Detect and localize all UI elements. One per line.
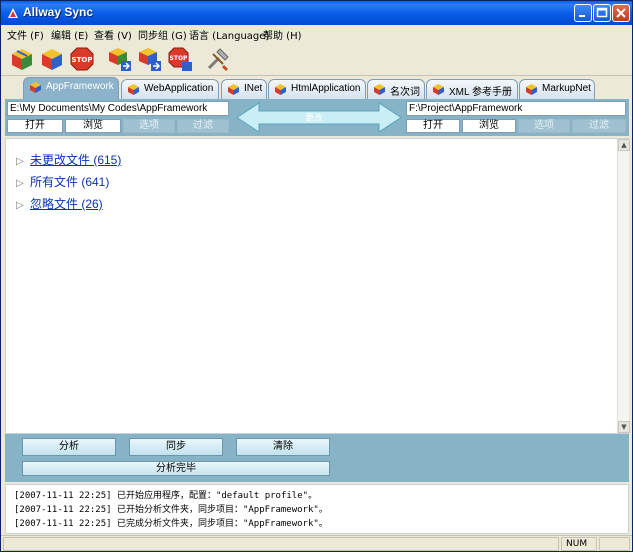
expand-arrow-icon[interactable]: ▷	[16, 178, 30, 189]
tab-inet[interactable]: INet	[221, 79, 267, 99]
tree-item-all-files[interactable]: ▷ 所有文件 (641)	[16, 173, 109, 190]
allway-sync-app-icon	[8, 8, 18, 18]
sync-direction-label: 更改	[305, 114, 324, 124]
tree-item-ignored[interactable]: ▷ 忽略文件 (26)	[16, 195, 103, 212]
right-open-button[interactable]: 打开	[406, 119, 460, 133]
stop-all-icon[interactable]: STOP	[167, 46, 193, 72]
project-cube-icon	[128, 84, 139, 95]
tab-label: MarkupNet	[542, 83, 591, 94]
scroll-up-icon[interactable]: ▲	[618, 139, 630, 151]
tab-label: HtmlApplication	[291, 83, 361, 94]
project-cube-icon	[30, 82, 41, 93]
project-cube-icon	[228, 84, 239, 95]
tree-item-label[interactable]: 未更改文件 (615)	[30, 153, 121, 167]
maximize-icon	[596, 7, 608, 18]
window-title: Allway Sync	[23, 5, 94, 19]
tree-item-label[interactable]: 所有文件 (641)	[30, 175, 109, 189]
project-cube-icon	[526, 84, 537, 95]
log-panel[interactable]: [2007-11-11 22:25] 已开始应用程序，配置："default p…	[5, 484, 629, 534]
file-tree-panel: ▷ 未更改文件 (615) ▷ 所有文件 (641) ▷ 忽略文件 (26) ▲ ▼	[5, 138, 630, 434]
clear-button[interactable]: 清除	[236, 438, 330, 456]
stop-all-icon-label: STOP	[170, 55, 189, 62]
vertical-scrollbar[interactable]: ▲ ▼	[617, 139, 630, 433]
tab-label: AppFramework	[46, 81, 114, 92]
sync-button[interactable]: 同步	[129, 438, 223, 456]
menu-help[interactable]: 帮助 (H)	[263, 27, 302, 42]
scroll-down-icon[interactable]: ▼	[618, 421, 630, 433]
close-button[interactable]	[612, 4, 630, 22]
tree-item-label[interactable]: 忽略文件 (26)	[30, 197, 103, 211]
sync-cube-icon[interactable]	[39, 46, 65, 72]
tab-label: 名次词	[390, 87, 420, 98]
tab-label: WebApplication	[144, 83, 214, 94]
sync-all-icon[interactable]	[137, 46, 163, 72]
maximize-button[interactable]	[593, 4, 611, 22]
menu-sync-group[interactable]: 同步组 (G)	[138, 27, 187, 42]
left-open-button[interactable]: 打开	[7, 119, 63, 133]
status-cell-extra	[599, 537, 630, 551]
project-cube-icon	[433, 84, 444, 95]
tab-xml-reference[interactable]: XML 参考手册	[426, 79, 518, 99]
tab-webapplication[interactable]: WebApplication	[121, 79, 219, 99]
tools-icon[interactable]	[205, 46, 231, 72]
menu-edit[interactable]: 编辑 (E)	[51, 27, 88, 42]
tab-label: XML 参考手册	[449, 87, 512, 98]
tab-strip: AppFramework WebApplication INet HtmlApp…	[1, 76, 632, 99]
expand-arrow-icon[interactable]: ▷	[16, 200, 30, 211]
menu-language[interactable]: 语言 (Language)	[189, 27, 269, 42]
title-bar[interactable]: Allway Sync	[1, 1, 632, 25]
project-cube-icon	[275, 84, 286, 95]
log-line: [2007-11-11 22:25] 已开始应用程序，配置："default p…	[14, 491, 318, 501]
menu-bar: 文件 (F) 编辑 (E) 查看 (V) 同步组 (G) 语言 (Languag…	[1, 25, 632, 42]
analyze-button[interactable]: 分析	[22, 438, 116, 456]
progress-status: 分析完毕	[22, 461, 330, 476]
analyze-all-icon[interactable]	[107, 46, 133, 72]
tab-label: INet	[244, 83, 263, 94]
app-window: Allway Sync 文件 (F) 编辑 (E) 查看 (V) 同步组 (G)…	[0, 0, 633, 552]
menu-file[interactable]: 文件 (F)	[7, 27, 44, 42]
tab-appframework[interactable]: AppFramework	[23, 77, 119, 99]
tree-item-unchanged[interactable]: ▷ 未更改文件 (615)	[16, 151, 121, 168]
left-filter-button[interactable]: 过滤	[177, 119, 229, 133]
analyze-cube-icon[interactable]	[9, 46, 35, 72]
toolbar: STOP STOP	[1, 42, 632, 76]
expand-arrow-icon[interactable]: ▷	[16, 156, 30, 167]
minimize-button[interactable]	[574, 4, 592, 22]
tab-nouns[interactable]: 名次词	[367, 79, 425, 99]
left-folder-path-field[interactable]: E:\My Documents\My Codes\AppFramework	[7, 101, 229, 116]
stop-icon[interactable]: STOP	[69, 46, 95, 72]
project-cube-icon	[374, 84, 385, 95]
left-browse-button[interactable]: 浏览	[65, 119, 121, 133]
log-line: [2007-11-11 22:25] 已完成分析文件夹，同步项目："AppFra…	[14, 519, 328, 529]
tab-markupnet[interactable]: MarkupNet	[519, 79, 595, 99]
right-options-button[interactable]: 选项	[518, 119, 570, 133]
left-options-button[interactable]: 选项	[123, 119, 175, 133]
status-bar: NUM	[1, 535, 632, 551]
right-browse-button[interactable]: 浏览	[462, 119, 516, 133]
stop-icon-label: STOP	[72, 56, 93, 64]
status-cell-main	[3, 537, 559, 551]
close-icon	[616, 8, 626, 18]
minimize-icon	[579, 15, 585, 17]
folder-panel: E:\My Documents\My Codes\AppFramework 打开…	[5, 99, 629, 136]
right-filter-button[interactable]: 过滤	[572, 119, 626, 133]
right-folder-path-field[interactable]: F:\Project\AppFramework	[406, 101, 626, 116]
menu-view[interactable]: 查看 (V)	[94, 27, 132, 42]
action-panel: 分析 同步 清除 分析完毕	[5, 434, 629, 482]
tab-htmlapplication[interactable]: HtmlApplication	[268, 79, 366, 99]
status-num: NUM	[561, 537, 597, 551]
log-line: [2007-11-11 22:25] 已开始分析文件夹，同步项目："AppFra…	[14, 505, 328, 515]
